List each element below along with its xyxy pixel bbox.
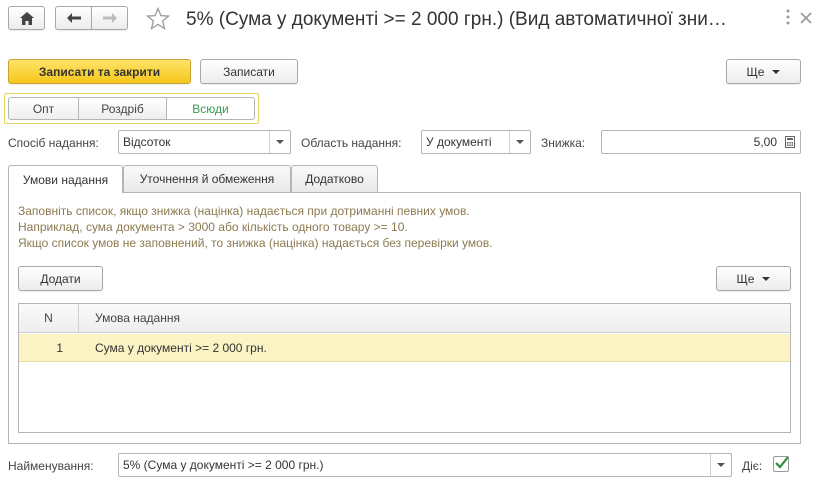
chevron-down-icon	[762, 276, 771, 281]
hint-line: Якщо список умов не заповнений, то знижк…	[18, 236, 493, 250]
area-value: У документі	[426, 135, 492, 149]
column-header-n[interactable]: N	[19, 304, 79, 333]
name-label: Найменування:	[8, 459, 94, 473]
conditions-more-button[interactable]: Ще	[716, 266, 791, 291]
row-condition: Сума у документі >= 2 000 грн.	[95, 341, 267, 355]
active-checkbox[interactable]	[773, 456, 789, 472]
area-label: Область надання:	[301, 136, 402, 150]
row-number: 1	[56, 341, 63, 355]
checkmark-icon	[775, 456, 789, 469]
chevron-down-icon	[772, 69, 781, 74]
discount-value: 5,00	[753, 135, 777, 149]
conditions-table: N Умова надання 1 Сума у документі >= 2 …	[18, 303, 791, 433]
chevron-down-icon[interactable]	[710, 454, 731, 476]
home-button[interactable]	[8, 6, 45, 30]
name-value: 5% (Сума у документі >= 2 000 грн.)	[123, 458, 324, 472]
arrow-right-icon	[102, 13, 117, 23]
page-title: 5% (Сума у документі >= 2 000 грн.) (Вид…	[186, 9, 727, 30]
save-and-close-button[interactable]: Записати та закрити	[8, 59, 191, 84]
arrow-left-icon	[66, 13, 81, 23]
scope-option-retail[interactable]: Роздріб	[78, 97, 167, 120]
table-row[interactable]: 1 Сума у документі >= 2 000 грн.	[19, 334, 790, 362]
discount-input[interactable]: 5,00	[601, 130, 801, 154]
favorite-star-icon[interactable]	[145, 6, 171, 31]
hint-line: Заповніть список, якщо знижка (націнка) …	[18, 204, 470, 218]
method-select[interactable]: Відсоток	[118, 130, 291, 154]
calculator-icon[interactable]	[780, 131, 800, 153]
table-header: N Умова надання	[19, 304, 790, 333]
home-icon	[19, 11, 34, 25]
save-button[interactable]: Записати	[200, 59, 298, 84]
close-icon[interactable]	[800, 12, 814, 26]
column-header-condition[interactable]: Умова надання	[95, 304, 180, 333]
area-select[interactable]: У документі	[421, 130, 531, 154]
scope-option-everywhere[interactable]: Всюди	[166, 97, 255, 120]
discount-label: Знижка:	[541, 136, 586, 150]
method-value: Відсоток	[123, 135, 171, 149]
add-condition-button[interactable]: Додати	[18, 266, 103, 291]
scope-option-wholesale[interactable]: Опт	[8, 97, 79, 120]
more-button[interactable]: Ще	[726, 59, 801, 84]
tab-conditions[interactable]: Умови надання	[8, 165, 123, 193]
tab-additional[interactable]: Додатково	[291, 165, 378, 192]
more-actions-icon[interactable]	[786, 9, 794, 27]
hint-line: Наприклад, сума документа > 3000 або кіл…	[18, 220, 408, 234]
chevron-down-icon[interactable]	[509, 131, 530, 153]
hint-text: Заповніть список, якщо знижка (націнка) …	[18, 203, 493, 251]
more-button-label: Ще	[746, 64, 765, 79]
active-label: Діє:	[742, 459, 763, 473]
back-button[interactable]	[55, 6, 92, 30]
method-label: Спосіб надання:	[8, 136, 99, 150]
name-input[interactable]: 5% (Сума у документі >= 2 000 грн.)	[118, 453, 732, 477]
chevron-down-icon[interactable]	[269, 131, 290, 153]
more-button-label: Ще	[736, 271, 755, 286]
tab-refinements[interactable]: Уточнення й обмеження	[123, 165, 291, 192]
forward-button[interactable]	[91, 6, 128, 30]
